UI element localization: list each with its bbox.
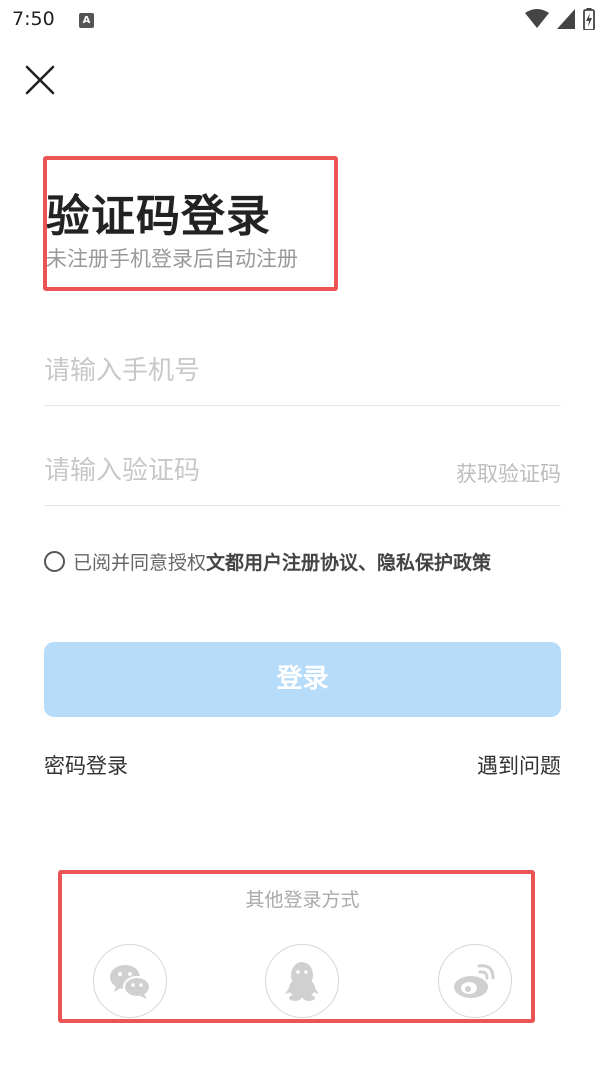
page-title: 验证码登录: [46, 191, 271, 242]
status-time: 7:50: [12, 8, 55, 30]
password-login-link[interactable]: 密码登录: [44, 750, 128, 780]
close-button[interactable]: [22, 62, 58, 98]
agreement-text: 已阅并同意授权: [73, 552, 207, 574]
phone-input[interactable]: [44, 346, 404, 396]
login-button[interactable]: 登录: [44, 642, 561, 717]
get-code-button[interactable]: 获取验证码: [456, 458, 561, 488]
qq-login-button[interactable]: [265, 944, 339, 1018]
agreement-checkbox[interactable]: [44, 551, 65, 572]
code-field: 获取验证码: [44, 446, 561, 506]
wechat-login-button[interactable]: [93, 944, 167, 1018]
status-bar: 7:50 A: [0, 0, 605, 40]
page-subtitle: 未注册手机登录后自动注册: [46, 247, 298, 271]
weibo-icon: [454, 964, 495, 998]
help-link[interactable]: 遇到问题: [477, 750, 561, 780]
wifi-icon: [525, 9, 549, 28]
close-icon: [25, 65, 55, 95]
qq-icon: [285, 962, 319, 1001]
battery-icon: [583, 8, 595, 30]
phone-field: [44, 346, 561, 406]
agreement-row: 已阅并同意授权 文都用户注册协议、隐私保护政策: [44, 548, 491, 575]
weibo-login-button[interactable]: [438, 944, 512, 1018]
wechat-icon: [110, 965, 151, 999]
agreement-links[interactable]: 文都用户注册协议、隐私保护政策: [206, 548, 491, 575]
other-login-label: 其他登录方式: [245, 889, 360, 911]
code-input[interactable]: [44, 446, 404, 496]
status-icons: [525, 8, 595, 30]
notification-icon: A: [79, 13, 94, 28]
signal-icon: [557, 9, 575, 29]
